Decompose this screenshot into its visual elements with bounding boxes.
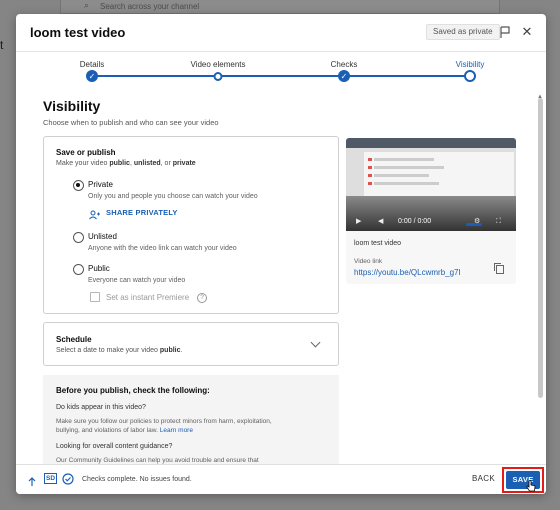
help-icon[interactable]: ?	[197, 293, 207, 303]
saved-status-badge: Saved as private	[426, 24, 500, 40]
copy-icon[interactable]	[493, 261, 505, 274]
schedule-subtitle: Select a date to make your video public.	[56, 347, 183, 354]
dialog-title: loom test video	[30, 25, 126, 40]
feedback-flag-icon[interactable]	[497, 24, 513, 40]
section-title: Visibility	[43, 98, 101, 114]
video-link[interactable]: https://youtu.be/QLcwmrb_g7I	[354, 268, 461, 277]
play-icon[interactable]: ▶	[356, 217, 361, 225]
save-publish-subtitle: Make your video public, unlisted, or pri…	[56, 160, 196, 167]
upload-dialog: loom test video Saved as private ✕ Detai…	[16, 14, 546, 494]
section-subtitle: Choose when to publish and who can see y…	[43, 118, 219, 127]
private-label[interactable]: Private	[88, 180, 113, 189]
schedule-card[interactable]	[43, 322, 339, 366]
checklist-question-kids: Do kids appear in this video?	[56, 404, 146, 411]
schedule-title[interactable]: Schedule	[56, 335, 92, 344]
dialog-header: loom test video Saved as private ✕	[16, 14, 546, 52]
sd-quality-badge[interactable]: SD	[44, 473, 58, 484]
upload-arrow-icon[interactable]	[28, 474, 36, 492]
private-radio[interactable]	[73, 180, 84, 191]
unlisted-label[interactable]: Unlisted	[88, 232, 117, 241]
step-label-visibility[interactable]: Visibility	[456, 60, 485, 69]
public-radio[interactable]	[73, 264, 84, 275]
hand-cursor-icon	[526, 479, 536, 492]
video-thumbnail[interactable]: ▶ ◀ 0:00 / 0:00 ⚙ ⛶	[346, 138, 516, 231]
share-people-icon[interactable]	[89, 207, 101, 220]
instant-premiere-label[interactable]: Set as instant Premiere	[106, 293, 189, 302]
settings-gear-icon[interactable]: ⚙	[474, 217, 480, 225]
checklist-answer-kids: Make sure you follow our policies to pro…	[56, 418, 272, 434]
scrollbar-thumb[interactable]	[538, 98, 543, 398]
step-check-icon[interactable]: ✓	[86, 70, 98, 82]
learn-more-link[interactable]: Learn more	[160, 427, 193, 434]
volume-icon[interactable]: ◀	[378, 217, 383, 225]
checks-status-text: Checks complete. No issues found.	[82, 476, 192, 483]
public-description: Everyone can watch your video	[88, 277, 186, 284]
close-icon[interactable]: ✕	[519, 24, 535, 40]
checks-complete-icon[interactable]	[62, 472, 74, 490]
back-button[interactable]: BACK	[472, 474, 495, 483]
public-label[interactable]: Public	[88, 264, 110, 273]
step-label-video-elements[interactable]: Video elements	[191, 60, 246, 69]
unlisted-radio[interactable]	[73, 232, 84, 243]
share-privately-button[interactable]: SHARE PRIVATELY	[106, 208, 178, 217]
video-link-label: Video link	[354, 258, 383, 265]
dialog-footer: SD Checks complete. No issues found. BAC…	[16, 464, 546, 494]
step-label-checks[interactable]: Checks	[331, 60, 358, 69]
step-dot-icon[interactable]	[213, 72, 223, 81]
video-time: 0:00 / 0:00	[398, 218, 432, 225]
stepper-track	[92, 75, 470, 77]
private-description: Only you and people you choose can watch…	[88, 193, 258, 200]
instant-premiere-checkbox[interactable]	[90, 292, 100, 302]
step-label-details[interactable]: Details	[80, 60, 104, 69]
step-active-dot-icon[interactable]	[464, 70, 476, 82]
checklist-question-guidance: Looking for overall content guidance?	[56, 443, 173, 450]
unlisted-description: Anyone with the video link can watch you…	[88, 245, 237, 252]
video-name: loom test video	[354, 240, 402, 247]
checklist-title: Before you publish, check the following:	[56, 386, 210, 395]
step-check-icon[interactable]: ✓	[338, 70, 350, 82]
fullscreen-icon[interactable]: ⛶	[496, 217, 501, 226]
save-publish-title: Save or publish	[56, 148, 116, 157]
